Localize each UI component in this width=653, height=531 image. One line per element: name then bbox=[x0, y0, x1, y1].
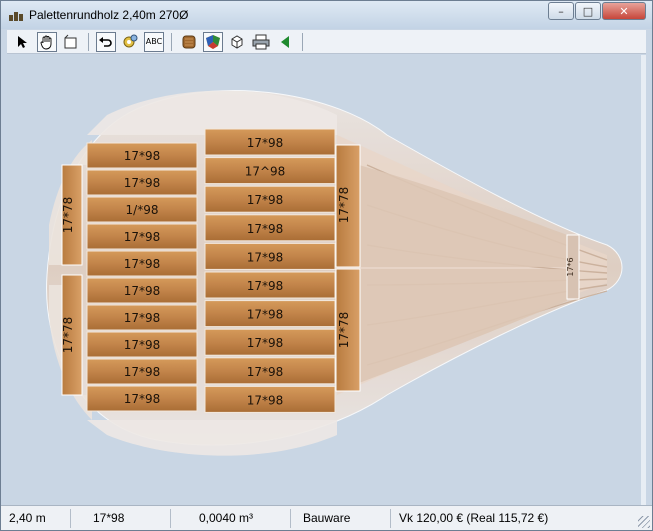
board-label: 17*98 bbox=[247, 308, 284, 322]
status-bar: 2,40 m 17*98 0,0040 m³ Bauware Vk 120,00… bbox=[1, 505, 652, 530]
board-label: 17*98 bbox=[124, 392, 161, 406]
toolbar-separator bbox=[302, 32, 303, 51]
status-profile: 17*98 bbox=[71, 508, 171, 528]
green-back-arrow-icon[interactable] bbox=[275, 32, 295, 52]
status-grade: Bauware bbox=[291, 508, 391, 528]
printer-icon[interactable] bbox=[251, 32, 271, 52]
crop-icon[interactable] bbox=[61, 32, 81, 52]
board-label: 17*98 bbox=[247, 222, 284, 236]
color-shield-icon[interactable] bbox=[203, 31, 223, 52]
toolbar: ABC bbox=[7, 30, 646, 54]
resize-grip[interactable] bbox=[638, 516, 650, 528]
viewport-scroll-edge[interactable] bbox=[641, 55, 646, 505]
board-label: 17*98 bbox=[124, 365, 161, 379]
window-controls: – □ ✕ bbox=[548, 2, 646, 20]
board-label: 17*98 bbox=[124, 338, 161, 352]
board-label: 17*98 bbox=[247, 393, 284, 407]
side-board-label: 17*78 bbox=[337, 187, 351, 224]
app-icon bbox=[9, 9, 23, 21]
cube-3d-icon[interactable] bbox=[227, 32, 247, 52]
gear-settings-icon[interactable] bbox=[120, 32, 140, 52]
title-bar[interactable]: Palettenrundholz 2,40m 270Ø – □ ✕ bbox=[1, 1, 652, 29]
board-label: 17*98 bbox=[124, 311, 161, 325]
board-label: 17*98 bbox=[247, 365, 284, 379]
board-label: 17*98 bbox=[247, 279, 284, 293]
minimize-button[interactable]: – bbox=[548, 2, 574, 20]
close-button[interactable]: ✕ bbox=[602, 2, 646, 20]
3d-viewport[interactable]: 17*98 17*98 1/*98 17*98 17*98 17*98 17*98 17*98… bbox=[7, 55, 646, 505]
board-label: 17*98 bbox=[124, 284, 161, 298]
maximize-button[interactable]: □ bbox=[575, 2, 601, 20]
toolbar-separator bbox=[171, 32, 172, 51]
side-board-label: 17*78 bbox=[61, 197, 75, 234]
board-label: 17*98 bbox=[124, 257, 161, 271]
board-label: 17*98 bbox=[247, 193, 284, 207]
side-board-label: 17*78 bbox=[61, 317, 75, 354]
abc-label: ABC bbox=[145, 37, 163, 46]
status-volume: 0,0040 m³ bbox=[171, 508, 291, 528]
wood-block-icon[interactable] bbox=[179, 32, 199, 52]
select-arrow-icon[interactable] bbox=[13, 32, 33, 52]
tip-board-label: 17*6 bbox=[566, 257, 575, 276]
board-label: 1/*98 bbox=[126, 203, 159, 217]
toolbar-separator bbox=[88, 32, 89, 51]
board-label: 17*98 bbox=[247, 336, 284, 350]
log-ghost-bottom bbox=[87, 420, 337, 456]
window-title: Palettenrundholz 2,40m 270Ø bbox=[29, 8, 189, 22]
status-length: 2,40 m bbox=[1, 508, 71, 528]
board-label: 17*98 bbox=[247, 136, 284, 150]
side-board-label: 17*78 bbox=[337, 312, 351, 349]
board-label: 17*98 bbox=[247, 250, 284, 264]
status-price: Vk 120,00 € (Real 115,72 €) bbox=[399, 511, 549, 525]
hand-pan-icon[interactable] bbox=[37, 31, 57, 52]
board-label: 17*98 bbox=[124, 149, 161, 163]
app-window: Palettenrundholz 2,40m 270Ø – □ ✕ ABC 17… bbox=[0, 0, 653, 531]
undo-icon[interactable] bbox=[96, 31, 116, 52]
board-label: 17*98 bbox=[124, 176, 161, 190]
abc-button[interactable]: ABC bbox=[144, 31, 164, 52]
log-cut-scene: 17*98 17*98 1/*98 17*98 17*98 17*98 17*98 17*98… bbox=[46, 90, 623, 456]
board-label: 17*98 bbox=[124, 230, 161, 244]
board-label: 17^98 bbox=[245, 165, 286, 179]
